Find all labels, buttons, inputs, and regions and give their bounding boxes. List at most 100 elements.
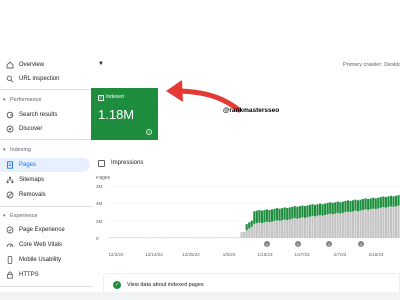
bar-not-indexed xyxy=(119,237,122,238)
bar-not-indexed xyxy=(339,213,342,238)
bar-not-indexed xyxy=(141,237,145,238)
bar-not-indexed xyxy=(286,220,289,238)
bar-not-indexed xyxy=(167,237,170,238)
sidebar-item-label: Overview xyxy=(19,62,45,68)
bar-not-indexed xyxy=(278,220,281,238)
bar-not-indexed xyxy=(253,223,256,238)
top-band xyxy=(0,0,400,56)
bar-not-indexed xyxy=(215,237,218,238)
bar-indexed xyxy=(296,206,299,219)
sidebar-item-url-inspection[interactable]: URL inspection xyxy=(0,72,93,86)
bar-indexed xyxy=(265,209,269,222)
sidebar-item-mobile-usability[interactable]: Mobile Usability xyxy=(0,253,93,267)
discover-icon xyxy=(5,124,14,133)
bar-not-indexed xyxy=(334,213,337,238)
sidebar-item-removals[interactable]: Removals xyxy=(0,188,93,202)
bar-not-indexed xyxy=(270,221,274,238)
sidebar-item-search-results[interactable]: Search results xyxy=(0,108,93,122)
view-indexed-pages-link[interactable]: View data about indexed pages xyxy=(127,280,204,290)
y-tick-label: 3M xyxy=(96,184,103,189)
bar-indexed xyxy=(250,220,253,227)
sidebar-divider xyxy=(0,139,93,140)
bar-indexed xyxy=(263,210,266,223)
sidebar-item-label: Mobile Usability xyxy=(19,257,62,263)
bar-not-indexed xyxy=(255,223,258,238)
bar-indexed xyxy=(397,195,400,206)
bar-not-indexed xyxy=(306,217,309,238)
bar-not-indexed xyxy=(245,230,248,238)
section-indexing[interactable]: ▾ Indexing xyxy=(0,144,93,156)
bar-not-indexed xyxy=(344,212,347,238)
bar-indexed xyxy=(303,206,306,218)
y-tick-label: 4M xyxy=(96,201,103,206)
bar-indexed xyxy=(339,202,342,214)
bar-indexed xyxy=(364,198,367,210)
bar-indexed xyxy=(245,224,248,231)
bar-not-indexed xyxy=(129,237,132,238)
bar-indexed xyxy=(359,199,362,211)
bar-indexed xyxy=(362,199,365,210)
bar-not-indexed xyxy=(230,237,233,238)
property-dropdown-caret-icon[interactable]: ▼ xyxy=(98,61,104,67)
bar-not-indexed xyxy=(235,237,238,238)
section-title: Experience xyxy=(10,213,38,219)
bar-indexed xyxy=(311,204,314,216)
sidebar-item-label: Sitemaps xyxy=(19,177,45,183)
bar-indexed xyxy=(308,204,312,217)
bar-not-indexed xyxy=(154,237,157,238)
section-experience[interactable]: ▾ Experience xyxy=(0,210,93,222)
x-tick-label: 2/7/23 xyxy=(334,252,347,257)
sidebar-item-https[interactable]: HTTPS xyxy=(0,268,93,282)
bar-not-indexed xyxy=(313,216,317,238)
bar-indexed xyxy=(255,210,258,224)
bar-not-indexed xyxy=(349,212,352,238)
bar-not-indexed xyxy=(356,211,360,238)
sidebar-item-label: Pages xyxy=(19,162,37,168)
sidebar-item-sitemaps[interactable]: Sitemaps xyxy=(0,173,93,187)
mobile-icon xyxy=(5,255,14,264)
chevron-down-icon: ▾ xyxy=(3,97,6,103)
bar-not-indexed xyxy=(116,237,119,238)
bar-indexed xyxy=(316,204,319,216)
bar-not-indexed xyxy=(162,237,165,238)
sidebar-item-label: HTTPS xyxy=(19,272,39,278)
sidebar-item-overview[interactable]: Overview xyxy=(0,58,93,72)
bar-indexed xyxy=(319,203,322,216)
sidebar-item-pages[interactable]: Pages xyxy=(0,158,90,172)
bar-indexed xyxy=(283,207,286,220)
bar-not-indexed xyxy=(303,217,306,238)
bar-not-indexed xyxy=(225,237,228,238)
bar-indexed xyxy=(298,206,301,218)
sidebar-item-label: URL inspection xyxy=(19,76,60,82)
x-tick-label: 12/3/22 xyxy=(108,252,124,257)
checkbox-icon[interactable] xyxy=(98,160,105,167)
speed-icon xyxy=(5,240,14,249)
bar-indexed xyxy=(273,208,276,221)
bar-not-indexed xyxy=(293,218,296,238)
impressions-label: Impressions xyxy=(111,160,144,166)
sidebar-item-page-experience[interactable]: Page Experience xyxy=(0,223,93,237)
x-tick-label: 12/25/22 xyxy=(182,252,200,257)
bar-indexed xyxy=(384,197,387,208)
bar-indexed xyxy=(313,204,317,217)
bar-not-indexed xyxy=(164,237,167,238)
bar-indexed xyxy=(394,195,398,207)
bar-not-indexed xyxy=(321,215,324,238)
sidebar-item-label: Page Experience xyxy=(19,227,65,233)
search-icon xyxy=(5,74,14,83)
bar-indexed xyxy=(291,206,294,219)
bar-not-indexed xyxy=(197,237,200,238)
sidebar-item-label: Core Web Vitals xyxy=(19,242,63,248)
impressions-toggle[interactable]: Impressions xyxy=(98,159,218,169)
bar-not-indexed xyxy=(291,218,294,238)
bar-not-indexed xyxy=(131,237,134,238)
section-performance[interactable]: ▾ Performance xyxy=(0,94,93,106)
bar-not-indexed xyxy=(114,237,117,238)
sidebar-item-discover[interactable]: Discover xyxy=(0,122,93,136)
lock-icon xyxy=(5,270,14,279)
home-icon xyxy=(5,60,14,69)
bar-indexed xyxy=(293,206,296,219)
sidebar-item-core-web-vitals[interactable]: Core Web Vitals xyxy=(0,238,93,252)
y-axis-title: Pages xyxy=(96,176,111,181)
bar-not-indexed xyxy=(258,222,261,238)
